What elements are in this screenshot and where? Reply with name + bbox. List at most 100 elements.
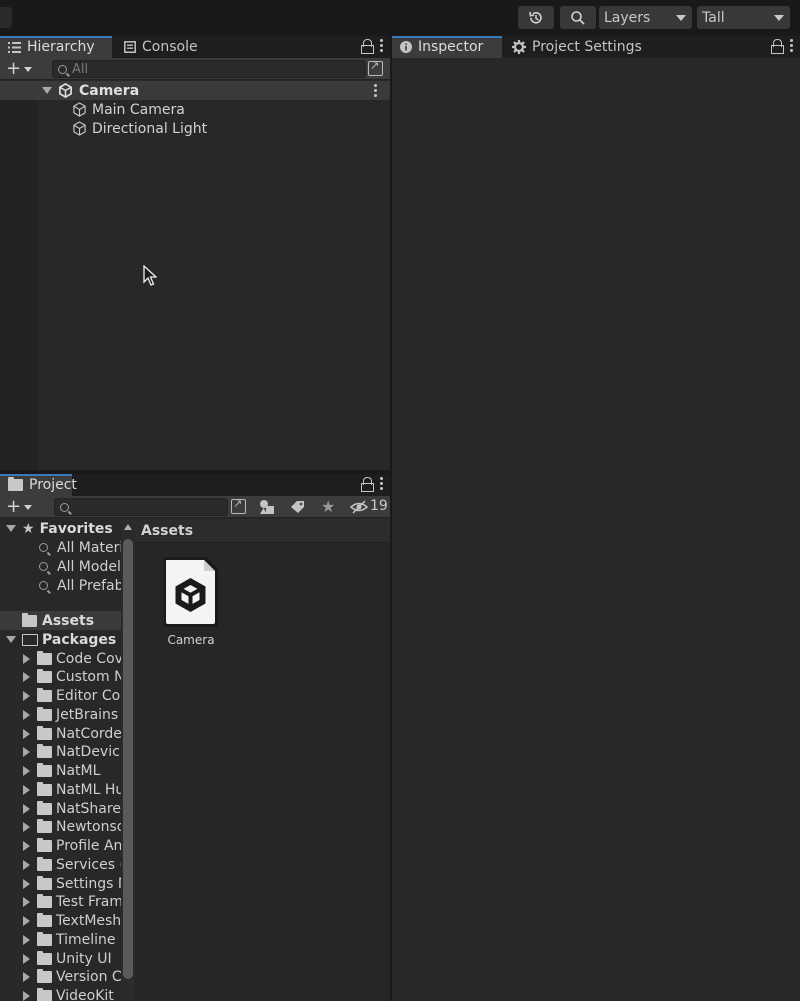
- inspector-panel: Inspector Project Settings: [392, 36, 800, 1001]
- layout-dropdown[interactable]: Tall: [697, 6, 790, 29]
- expand-arrow-icon[interactable]: [23, 784, 30, 795]
- package-item[interactable]: Unity UI: [0, 949, 121, 968]
- package-item[interactable]: TextMesh: [0, 912, 121, 931]
- favorites-row[interactable]: ★ Favorites: [0, 519, 121, 538]
- expand-arrow-icon[interactable]: [23, 803, 30, 814]
- expand-arrow-icon[interactable]: [23, 934, 30, 945]
- search-icon: [39, 543, 48, 552]
- expand-arrow-icon[interactable]: [42, 87, 52, 94]
- scrollbar-thumb[interactable]: [123, 539, 133, 979]
- hierarchy-tab-tools: [361, 39, 384, 54]
- expand-arrow-icon[interactable]: [23, 728, 30, 739]
- hierarchy-tree: Camera Main Camera Directional Light: [0, 81, 390, 470]
- expand-arrow-icon[interactable]: [23, 841, 30, 851]
- expand-arrow-icon[interactable]: [23, 747, 30, 758]
- packages-folder-row[interactable]: Packages: [0, 630, 121, 649]
- expand-arrow-icon[interactable]: [23, 991, 30, 1001]
- favorite-item[interactable]: All Prefab: [0, 576, 121, 595]
- package-item[interactable]: VideoKit: [0, 987, 121, 1001]
- search-options-icon[interactable]: [368, 59, 383, 76]
- expand-arrow-icon[interactable]: [23, 859, 30, 870]
- package-item[interactable]: NatDevic: [0, 743, 121, 762]
- favorite-item[interactable]: All Model: [0, 557, 121, 576]
- history-button[interactable]: [518, 6, 554, 29]
- asset-tile[interactable]: Camera: [157, 555, 225, 647]
- expand-arrow-icon[interactable]: [23, 672, 30, 683]
- tab-project[interactable]: Project: [0, 474, 77, 496]
- expand-arrow-icon[interactable]: [6, 525, 16, 532]
- lock-icon[interactable]: [361, 39, 374, 54]
- package-item[interactable]: Settings M: [0, 874, 121, 893]
- filter-by-type-icon[interactable]: [259, 499, 275, 515]
- filter-by-label-icon[interactable]: [290, 500, 305, 514]
- package-item[interactable]: Version C: [0, 968, 121, 987]
- package-item[interactable]: JetBrains: [0, 705, 121, 724]
- hidden-packages-icon[interactable]: [350, 500, 368, 514]
- expand-arrow-icon[interactable]: [23, 897, 30, 908]
- package-item[interactable]: Test Fram: [0, 893, 121, 912]
- breadcrumb-assets[interactable]: Assets: [141, 523, 193, 539]
- scroll-up-icon[interactable]: [124, 524, 132, 530]
- hierarchy-panel: Hierarchy Console + All ↗ Camera Main Ca…: [0, 36, 390, 470]
- package-item-label: Timeline: [56, 931, 116, 948]
- search-options-icon[interactable]: [231, 497, 246, 514]
- hierarchy-toolbar: + All: [0, 58, 390, 80]
- tab-hierarchy[interactable]: Hierarchy: [0, 36, 112, 58]
- package-item[interactable]: NatShare: [0, 799, 121, 818]
- tab-console[interactable]: Console: [116, 36, 206, 58]
- expand-arrow-icon[interactable]: [23, 653, 30, 664]
- package-item[interactable]: Newtonso: [0, 818, 121, 837]
- scene-row[interactable]: Camera: [0, 81, 390, 100]
- global-search-button[interactable]: [560, 6, 596, 29]
- expand-arrow-icon[interactable]: [23, 916, 30, 926]
- kebab-menu-icon[interactable]: [380, 477, 384, 490]
- package-item[interactable]: NatCorde: [0, 724, 121, 743]
- package-item[interactable]: Profile An: [0, 837, 121, 856]
- hierarchy-tabbar: Hierarchy Console: [0, 36, 390, 58]
- hierarchy-item[interactable]: Directional Light: [0, 119, 390, 138]
- expand-arrow-icon[interactable]: [23, 972, 30, 983]
- expand-arrow-icon[interactable]: [6, 636, 16, 643]
- create-button[interactable]: +: [6, 498, 33, 516]
- package-item[interactable]: Custom N: [0, 668, 121, 687]
- tab-hierarchy-label: Hierarchy: [27, 39, 95, 55]
- package-item-label: Custom N: [56, 669, 121, 686]
- favorite-item[interactable]: All Materi: [0, 538, 121, 557]
- expand-arrow-icon[interactable]: [23, 766, 30, 776]
- expand-arrow-icon[interactable]: [23, 953, 30, 964]
- kebab-menu-icon[interactable]: [374, 84, 378, 97]
- package-item[interactable]: Code Cov: [0, 649, 121, 668]
- lock-icon[interactable]: [771, 39, 784, 54]
- package-item-label: Code Cov: [56, 650, 121, 667]
- create-button[interactable]: +: [6, 60, 33, 78]
- expand-arrow-icon[interactable]: [23, 691, 30, 701]
- expand-arrow-icon[interactable]: [23, 822, 30, 833]
- kebab-menu-icon[interactable]: [790, 39, 794, 52]
- package-item[interactable]: Editor Cor: [0, 687, 121, 706]
- lock-icon[interactable]: [361, 477, 374, 492]
- folder-icon: [37, 800, 52, 815]
- package-item-label: Services (: [56, 856, 121, 873]
- package-item[interactable]: NatML: [0, 762, 121, 781]
- hierarchy-item[interactable]: Main Camera: [0, 100, 390, 119]
- layers-dropdown[interactable]: Layers: [599, 6, 692, 29]
- package-item-label: NatDevic: [56, 744, 120, 761]
- expand-arrow-icon[interactable]: [23, 878, 30, 889]
- folder-icon: [8, 477, 23, 491]
- project-tree-scrollbar[interactable]: [121, 519, 135, 1001]
- tab-inspector[interactable]: Inspector: [392, 36, 502, 58]
- package-item-label: Settings M: [56, 875, 121, 892]
- package-item[interactable]: Timeline: [0, 930, 121, 949]
- package-item[interactable]: NatML Hu: [0, 780, 121, 799]
- inspector-tab-tools: [771, 39, 794, 54]
- expand-arrow-icon[interactable]: [23, 709, 30, 720]
- assets-folder-row[interactable]: Assets: [0, 611, 121, 630]
- project-folder-tree: ★ Favorites All Materi All Model All Prefa…: [0, 519, 121, 1001]
- star-icon[interactable]: ★: [321, 497, 335, 516]
- project-search-input[interactable]: [54, 498, 228, 516]
- hierarchy-search-input[interactable]: All: [52, 60, 366, 78]
- tab-project-settings[interactable]: Project Settings: [504, 36, 650, 58]
- info-icon: [400, 41, 412, 53]
- kebab-menu-icon[interactable]: [380, 39, 384, 52]
- package-item[interactable]: Services (: [0, 855, 121, 874]
